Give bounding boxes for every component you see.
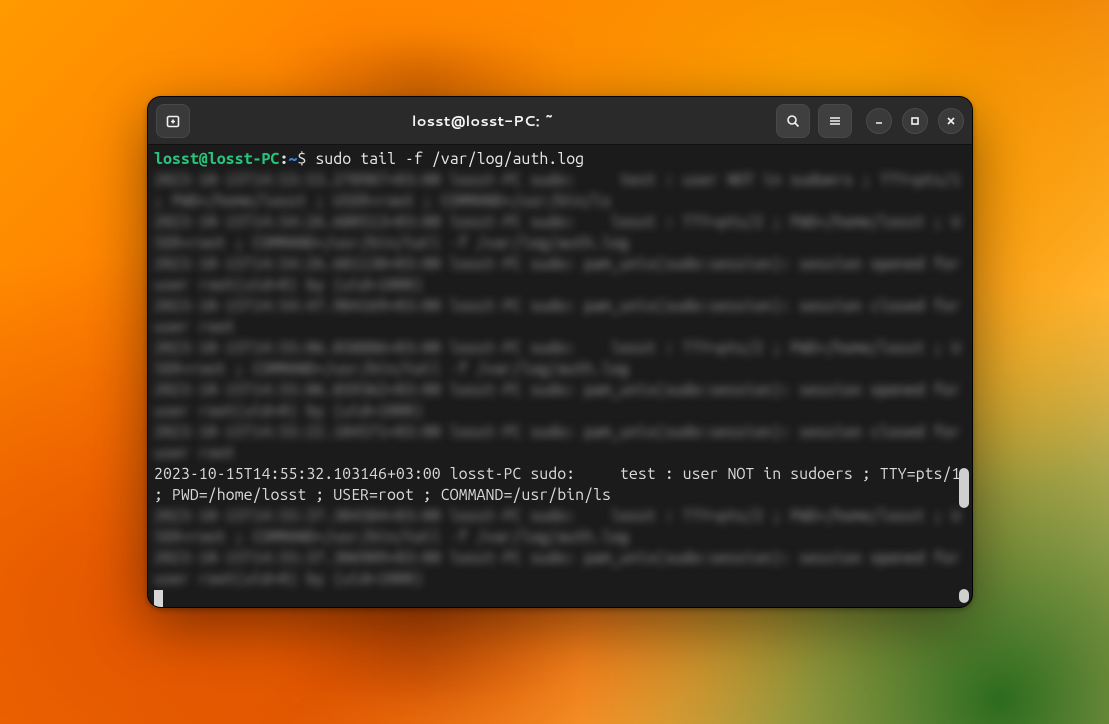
scroll-bottom-marker[interactable] xyxy=(959,589,969,603)
search-icon xyxy=(785,113,801,129)
maximize-button[interactable] xyxy=(902,108,928,134)
terminal-body[interactable]: losst@losst-PC:~$ sudo tail -f /var/log/… xyxy=(148,145,972,607)
close-button[interactable] xyxy=(938,108,964,134)
new-tab-icon xyxy=(165,113,181,129)
close-icon xyxy=(945,115,957,127)
command-text: sudo tail -f /var/log/auth.log xyxy=(315,150,584,168)
terminal-cursor xyxy=(154,590,163,607)
prompt-user-host: losst@losst-PC xyxy=(154,150,279,168)
maximize-icon xyxy=(909,115,921,127)
window-title: losst@losst-PC: ~ xyxy=(198,110,768,131)
search-button[interactable] xyxy=(776,104,810,138)
scrollbar[interactable] xyxy=(958,145,970,607)
log-output-highlighted: 2023-10-15T14:55:32.103146+03:00 losst-P… xyxy=(154,465,969,504)
titlebar: losst@losst-PC: ~ xyxy=(148,97,972,145)
log-output-blurred-bottom: 2023-10-15T14:55:37.304584+03:00 losst-P… xyxy=(154,507,969,588)
menu-button[interactable] xyxy=(818,104,852,138)
minimize-button[interactable] xyxy=(866,108,892,134)
hamburger-icon xyxy=(827,113,843,129)
terminal-window: losst@losst-PC: ~ xyxy=(147,96,973,608)
window-controls xyxy=(866,108,964,134)
minimize-icon xyxy=(873,115,885,127)
prompt-sigil: $ xyxy=(297,150,306,168)
scroll-thumb[interactable] xyxy=(959,468,969,508)
log-output-blurred-top: 2023-10-15T14:53:53.278987+03:00 losst-P… xyxy=(154,171,969,462)
new-tab-button[interactable] xyxy=(156,104,190,138)
